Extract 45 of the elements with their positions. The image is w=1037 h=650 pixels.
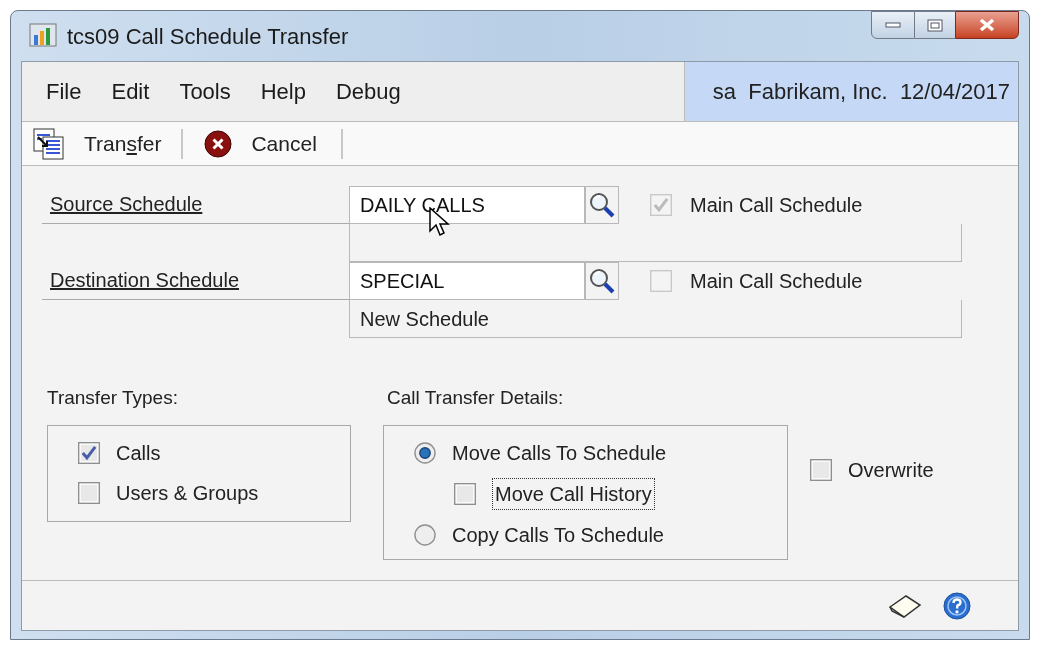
- cancel-icon: [203, 128, 234, 159]
- close-icon: [978, 18, 996, 32]
- radio-button[interactable]: [414, 523, 436, 546]
- menu-item[interactable]: Edit: [111, 75, 150, 108]
- menu-item[interactable]: Tools: [179, 75, 231, 108]
- field-label[interactable]: Source Schedule: [50, 189, 203, 219]
- app-icon: [29, 23, 57, 49]
- section-label: Transfer Types:: [47, 386, 179, 410]
- checkbox-label: Overwrite: [848, 458, 934, 483]
- menu-item[interactable]: Debug: [336, 75, 401, 108]
- checkbox-label: Calls: [116, 440, 161, 466]
- minimize-button[interactable]: [871, 11, 915, 39]
- input-field[interactable]: SPECIAL: [349, 262, 585, 300]
- radio-label: Move Calls To Schedule: [452, 440, 667, 466]
- radio-button[interactable]: [414, 441, 436, 464]
- checkbox[interactable]: [810, 459, 832, 481]
- lookup-button[interactable]: [585, 262, 619, 300]
- menu-item[interactable]: Help: [260, 75, 306, 108]
- window-title: tcs09 Call Schedule Transfer: [67, 22, 349, 51]
- checkbox-label: Main Call Schedule: [690, 193, 863, 218]
- cancel-button[interactable]: Cancel: [201, 123, 319, 164]
- checkbox-label: Users & Groups: [116, 480, 259, 506]
- description-field: New Schedule: [349, 300, 962, 338]
- help-icon[interactable]: [942, 590, 972, 621]
- maximize-icon: [927, 18, 943, 32]
- lookup-button[interactable]: [585, 186, 619, 224]
- menu-item[interactable]: File: [46, 75, 82, 108]
- maximize-button[interactable]: [915, 11, 955, 39]
- checkbox-label: Main Call Schedule: [690, 269, 863, 294]
- input-field[interactable]: DAILY CALLS: [349, 186, 585, 224]
- user-info: sa Fabrikam, Inc. 12/04/2017: [684, 62, 1018, 121]
- close-button[interactable]: [955, 11, 1019, 39]
- note-icon: [886, 592, 922, 619]
- checkbox-label: Move Call History: [492, 477, 655, 510]
- checkbox[interactable]: [454, 482, 476, 505]
- transfer-button[interactable]: Transfer: [30, 123, 164, 164]
- search-icon: [588, 191, 616, 219]
- section-label: Call Transfer Details:: [387, 386, 565, 410]
- search-icon: [588, 267, 616, 295]
- field-label[interactable]: Destination Schedule: [50, 265, 239, 295]
- checkbox[interactable]: [78, 441, 100, 464]
- documents-icon: [32, 126, 66, 161]
- checkbox[interactable]: [78, 481, 100, 504]
- minimize-icon: [885, 22, 901, 28]
- radio-label: Copy Calls To Schedule: [452, 522, 664, 548]
